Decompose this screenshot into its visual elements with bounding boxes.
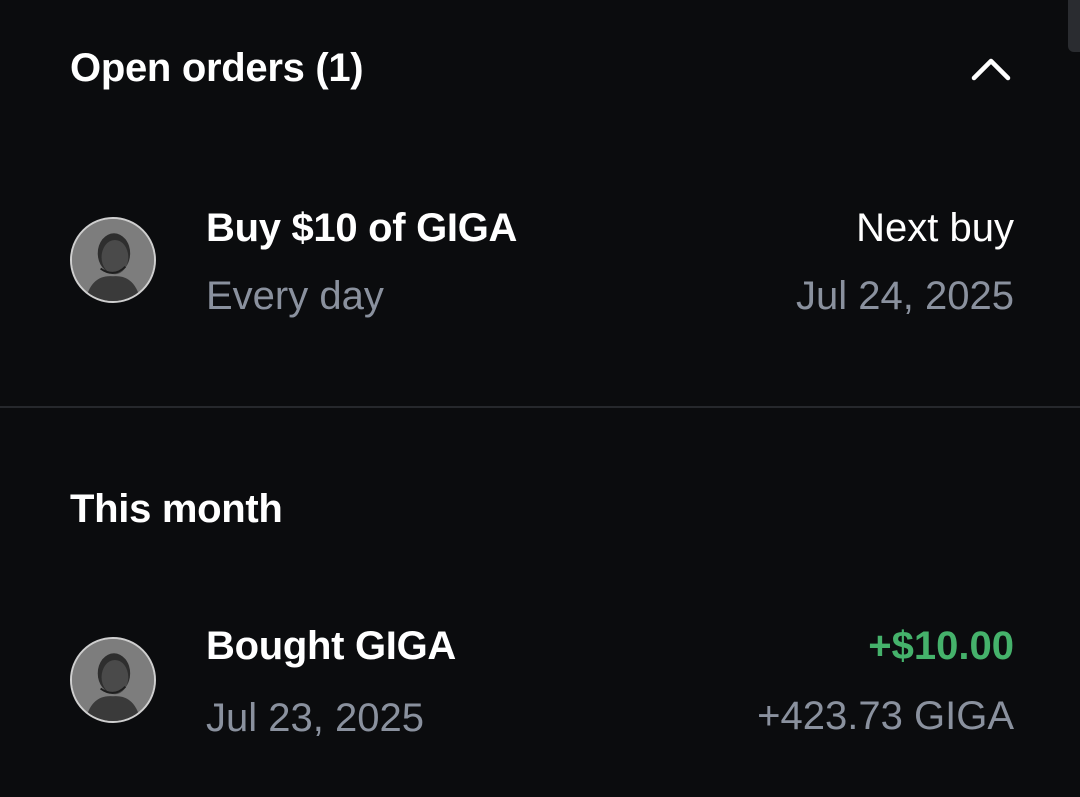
open-orders-header: Open orders (1) bbox=[70, 46, 364, 90]
scrollbar[interactable] bbox=[1068, 0, 1080, 52]
transaction-title: Bought GIGA bbox=[206, 624, 456, 668]
this-month-header: This month bbox=[70, 487, 283, 531]
order-frequency: Every day bbox=[206, 274, 384, 318]
transaction-usd-amount: +$10.00 bbox=[868, 624, 1014, 668]
open-order-row[interactable]: Buy $10 of GIGA Every day Next buy Jul 2… bbox=[0, 190, 1080, 330]
giga-token-avatar bbox=[70, 217, 156, 303]
next-buy-date: Jul 24, 2025 bbox=[796, 274, 1014, 318]
order-title: Buy $10 of GIGA bbox=[206, 206, 518, 250]
transaction-date: Jul 23, 2025 bbox=[206, 696, 424, 740]
giga-token-avatar bbox=[70, 637, 156, 723]
transaction-token-amount: +423.73 GIGA bbox=[757, 694, 1014, 738]
next-buy-label: Next buy bbox=[856, 206, 1014, 250]
section-divider bbox=[0, 406, 1080, 408]
transaction-row[interactable]: Bought GIGA Jul 23, 2025 +$10.00 +423.73… bbox=[0, 610, 1080, 750]
chevron-up-icon[interactable] bbox=[970, 54, 1012, 82]
